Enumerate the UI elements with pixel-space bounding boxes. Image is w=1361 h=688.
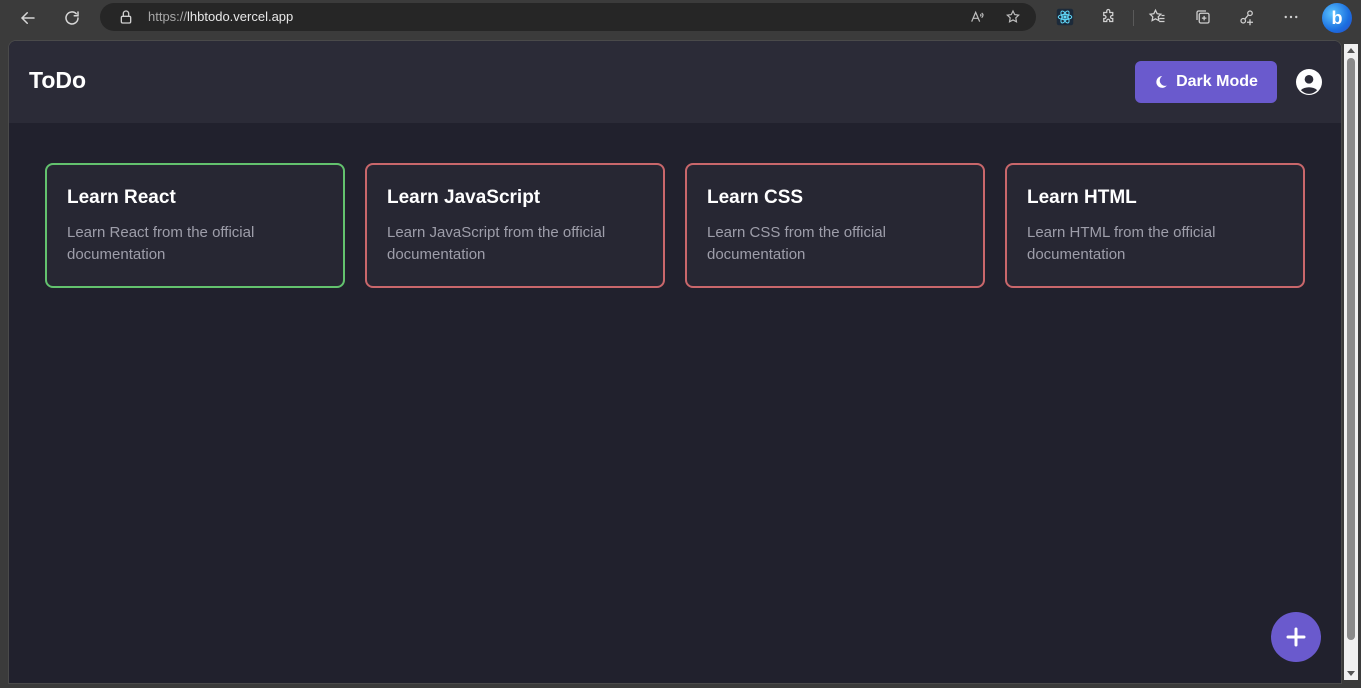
puzzle-icon [1103, 8, 1114, 23]
read-aloud-button[interactable] [968, 8, 986, 26]
share-button[interactable] [1236, 5, 1258, 29]
refresh-icon [65, 11, 79, 25]
dark-mode-button[interactable]: Dark Mode [1135, 61, 1277, 103]
todo-title: Learn JavaScript [387, 187, 541, 208]
add-favorite-button[interactable] [1004, 8, 1022, 26]
browser-toolbar: https://lhbtodo.vercel.app b [0, 0, 1361, 36]
collections-icon [1196, 10, 1210, 24]
lock-icon [120, 10, 132, 24]
page-scrollbar[interactable] [1344, 44, 1358, 680]
app-header: ToDo Dark Mode [9, 41, 1341, 123]
favorites-button[interactable] [1146, 5, 1168, 29]
add-todo-button[interactable] [1271, 612, 1321, 662]
collections-button[interactable] [1192, 5, 1214, 29]
url-host: lhbtodo.vercel.app [187, 9, 294, 24]
plus-icon [1286, 627, 1306, 647]
url-text: https://lhbtodo.vercel.app [148, 9, 293, 24]
back-button[interactable] [14, 4, 42, 32]
todo-title: Learn React [67, 187, 176, 208]
refresh-button[interactable] [58, 4, 86, 32]
todo-title: Learn CSS [707, 187, 804, 208]
todo-card[interactable]: Learn React Learn React from the officia… [45, 163, 345, 288]
todo-list: Learn React Learn React from the officia… [45, 163, 1305, 288]
bing-icon: b [1331, 7, 1343, 28]
react-devtools-button[interactable] [1054, 5, 1076, 29]
todo-description: Learn JavaScript from the official docum… [387, 224, 606, 263]
user-circle-icon[interactable] [1296, 69, 1322, 95]
todo-card[interactable]: Learn CSS Learn CSS from the official do… [685, 163, 985, 288]
moon-icon [1156, 76, 1167, 88]
favorites-icon [1148, 8, 1165, 23]
star-plus-icon [1006, 9, 1020, 23]
toolbar-separator [1133, 10, 1134, 26]
dark-mode-label: Dark Mode [1176, 73, 1258, 90]
address-bar[interactable]: https://lhbtodo.vercel.app [100, 3, 1036, 31]
todo-card[interactable]: Learn HTML Learn HTML from the official … [1005, 163, 1305, 288]
more-button[interactable] [1280, 5, 1302, 29]
todo-description: Learn React from the official documentat… [67, 224, 255, 263]
app-logo: ToDo [29, 67, 87, 93]
react-icon [1056, 8, 1074, 26]
scroll-thumb[interactable] [1347, 58, 1355, 640]
todo-title: Learn HTML [1027, 187, 1137, 208]
todo-card[interactable]: Learn JavaScript Learn JavaScript from t… [365, 163, 665, 288]
todo-description: Learn CSS from the official documentatio… [707, 224, 886, 263]
more-icon [1284, 15, 1298, 19]
share-icon [1240, 10, 1253, 26]
url-scheme: https:// [148, 9, 188, 24]
bing-button[interactable]: b [1322, 3, 1352, 33]
scroll-down-arrow[interactable] [1347, 671, 1355, 676]
extensions-button[interactable] [1098, 5, 1120, 29]
scroll-up-arrow[interactable] [1347, 48, 1355, 53]
todo-description: Learn HTML from the official documentati… [1027, 224, 1216, 263]
arrow-left-icon [20, 12, 35, 24]
read-aloud-icon [971, 10, 984, 22]
page-viewport: ToDo Dark Mode Learn React Learn React f… [8, 40, 1342, 684]
